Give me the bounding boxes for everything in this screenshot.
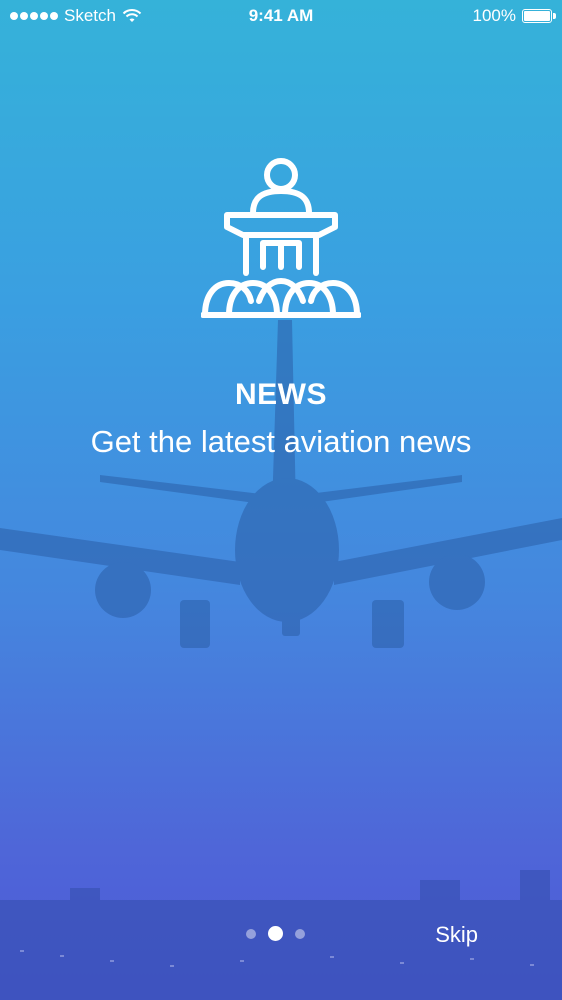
page-dot-1[interactable] [246, 928, 256, 939]
battery-icon [522, 9, 556, 23]
onboarding-screen: Sketch 9:41 AM 100% NEWS Get the latest … [0, 0, 562, 1000]
page-dot-2-active[interactable] [268, 926, 283, 941]
battery-percentage: 100% [472, 6, 516, 25]
page-dot-3[interactable] [295, 928, 305, 939]
page-indicator[interactable] [246, 926, 305, 941]
status-bar: Sketch 9:41 AM 100% [0, 0, 562, 32]
status-bar-right: 100% [472, 6, 556, 26]
onboarding-title: NEWS [235, 378, 327, 411]
airplane-background-image [0, 320, 562, 648]
podium-speaker-audience-icon [201, 158, 361, 318]
skip-button[interactable]: Skip [435, 922, 478, 948]
onboarding-subtitle: Get the latest aviation news [90, 424, 472, 459]
